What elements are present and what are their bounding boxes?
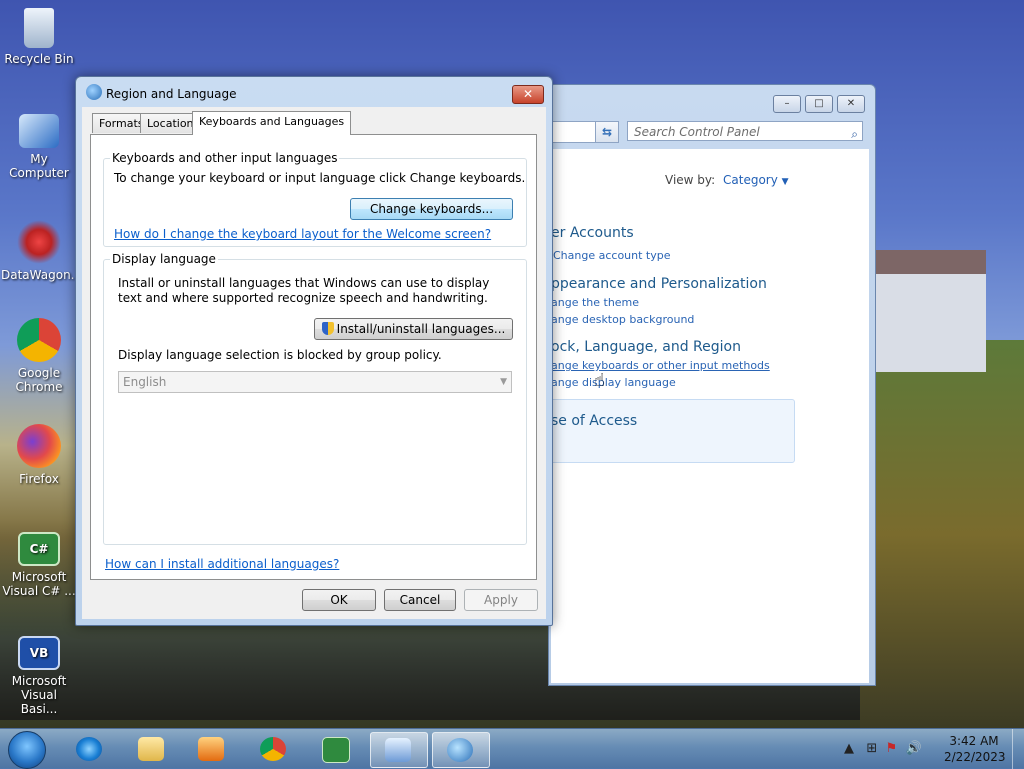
search-placeholder: Search Control Panel bbox=[634, 125, 760, 139]
window-controls: – □ ✕ bbox=[773, 95, 865, 113]
tab-panel: Keyboards and other input languages To c… bbox=[90, 134, 537, 580]
apply-button: Apply bbox=[464, 589, 538, 611]
blocked-policy-text: Display language selection is blocked by… bbox=[118, 348, 442, 362]
taskbar-file-explorer[interactable] bbox=[124, 732, 180, 766]
chrome-icon bbox=[17, 318, 61, 362]
install-uninstall-label: Install/uninstall languages... bbox=[336, 322, 506, 336]
region-language-dialog: Region and Language ✕ Formats Location K… bbox=[75, 76, 553, 626]
link-change-theme[interactable]: ange the theme bbox=[551, 296, 639, 309]
close-button[interactable]: ✕ bbox=[512, 85, 544, 104]
chevron-down-icon: ▼ bbox=[781, 177, 789, 187]
category-user-accounts[interactable]: er Accounts bbox=[551, 225, 634, 241]
change-keyboards-button[interactable]: Change keyboards... bbox=[350, 198, 513, 220]
desktop-icon-visual-basic[interactable]: VB Microsoft Visual Basi... bbox=[1, 636, 77, 716]
dialog-title: Region and Language bbox=[106, 87, 237, 101]
refresh-button[interactable]: ⇆ bbox=[595, 121, 619, 143]
network-icon[interactable]: ⊞ bbox=[866, 741, 877, 756]
datawagon-icon bbox=[17, 220, 61, 264]
taskbar-visual-csharp[interactable] bbox=[308, 732, 364, 766]
control-panel-icon bbox=[385, 738, 411, 762]
close-button[interactable]: ✕ bbox=[837, 95, 865, 113]
link-change-account-type[interactable]: Change account type bbox=[553, 249, 671, 262]
dialog-body: Formats Location Keyboards and Languages… bbox=[82, 107, 546, 619]
visual-csharp-icon bbox=[322, 737, 350, 763]
tray-icons[interactable]: ▲ ⊞ ⚑ 🔊 bbox=[844, 741, 922, 756]
display-language-description: Install or uninstall languages that Wind… bbox=[118, 276, 490, 305]
link-change-desktop-background[interactable]: ange desktop background bbox=[551, 313, 694, 326]
desktop-icon-datawagon[interactable]: DataWagon... bbox=[1, 220, 83, 282]
clock-date: 2/22/2023 bbox=[944, 750, 1006, 764]
hand-cursor-icon: ☝ bbox=[594, 370, 605, 391]
clock-time: 3:42 AM bbox=[949, 734, 999, 748]
install-uninstall-languages-button[interactable]: Install/uninstall languages... bbox=[314, 318, 513, 340]
selected-language: English bbox=[123, 375, 167, 389]
desktop-icon-label: Microsoft Visual C# ... bbox=[2, 570, 76, 598]
keyboards-group-title: Keyboards and other input languages bbox=[110, 151, 340, 165]
taskbar-internet-explorer[interactable] bbox=[62, 732, 118, 766]
taskbar-media-player[interactable] bbox=[184, 732, 240, 766]
welcome-screen-layout-link[interactable]: How do I change the keyboard layout for … bbox=[114, 227, 491, 241]
globe-icon bbox=[86, 84, 102, 100]
control-panel-content: View by: Category ▼ er Accounts Change a… bbox=[549, 149, 869, 683]
desktop-icon-label: DataWagon... bbox=[1, 268, 83, 282]
folder-icon bbox=[138, 737, 164, 761]
category-clock-language-region[interactable]: ock, Language, and Region bbox=[551, 339, 741, 355]
link-change-display-language[interactable]: ange display language bbox=[551, 376, 676, 389]
desktop-icon-my-computer[interactable]: My Computer bbox=[1, 114, 77, 180]
keyboards-description: To change your keyboard or input languag… bbox=[114, 171, 526, 185]
display-language-group: Display language Install or uninstall la… bbox=[103, 252, 527, 545]
computer-icon bbox=[19, 114, 59, 148]
desktop-icon-firefox[interactable]: Firefox bbox=[1, 424, 77, 486]
visual-csharp-icon: C# bbox=[18, 532, 60, 566]
taskbar-chrome[interactable] bbox=[246, 732, 302, 766]
recycle-bin-icon bbox=[24, 8, 54, 48]
action-center-icon[interactable]: ⚑ bbox=[886, 741, 898, 756]
category-appearance[interactable]: ppearance and Personalization bbox=[551, 276, 767, 292]
category-ease-of-access[interactable]: se of Access bbox=[551, 413, 637, 429]
volume-icon[interactable]: 🔊 bbox=[906, 741, 922, 756]
keyboards-group: Keyboards and other input languages To c… bbox=[103, 151, 527, 247]
chevron-down-icon: ▼ bbox=[500, 377, 507, 387]
start-button[interactable] bbox=[8, 731, 46, 769]
shield-icon bbox=[321, 322, 334, 335]
display-language-select: English ▼ bbox=[118, 371, 512, 393]
cancel-button[interactable]: Cancel bbox=[384, 589, 456, 611]
maximize-button[interactable]: □ bbox=[805, 95, 833, 113]
minimize-button[interactable]: – bbox=[773, 95, 801, 113]
link-change-keyboards[interactable]: ange keyboards or other input methods bbox=[551, 359, 770, 372]
view-by-dropdown[interactable]: Category ▼ bbox=[723, 173, 789, 187]
search-icon[interactable]: ⌕ bbox=[851, 124, 858, 144]
firefox-icon bbox=[17, 424, 61, 468]
taskbar-region-language[interactable] bbox=[432, 732, 490, 768]
media-player-icon bbox=[198, 737, 224, 761]
desktop-icon-label: My Computer bbox=[9, 152, 69, 180]
show-hidden-icons-icon[interactable]: ▲ bbox=[844, 741, 854, 756]
search-input[interactable]: Search Control Panel ⌕ bbox=[627, 121, 863, 141]
internet-explorer-icon bbox=[76, 737, 102, 761]
category-highlight bbox=[549, 399, 795, 463]
install-additional-languages-link[interactable]: How can I install additional languages? bbox=[105, 557, 339, 571]
visual-basic-icon: VB bbox=[18, 636, 60, 670]
view-by-label: View by: bbox=[665, 173, 716, 187]
ok-button[interactable]: OK bbox=[302, 589, 376, 611]
show-desktop-button[interactable] bbox=[1012, 729, 1024, 769]
desktop-wallpaper-house bbox=[874, 250, 986, 372]
desktop-icon-label: Recycle Bin bbox=[4, 52, 74, 66]
chrome-icon bbox=[260, 737, 286, 761]
desktop-icon-label: Microsoft Visual Basi... bbox=[11, 674, 67, 716]
taskbar: ▲ ⊞ ⚑ 🔊 3:42 AM 2/22/2023 bbox=[0, 728, 1024, 769]
display-language-group-title: Display language bbox=[110, 252, 218, 266]
desktop-icon-google-chrome[interactable]: Google Chrome bbox=[1, 318, 77, 394]
tab-keyboards-and-languages[interactable]: Keyboards and Languages bbox=[192, 111, 352, 135]
desktop-wallpaper-land bbox=[860, 340, 1024, 730]
desktop-icon-label: Google Chrome bbox=[15, 366, 63, 394]
taskbar-control-panel[interactable] bbox=[370, 732, 428, 768]
desktop-icon-recycle-bin[interactable]: Recycle Bin bbox=[1, 8, 77, 66]
view-by-value: Category bbox=[723, 173, 778, 187]
desktop-icon-visual-csharp[interactable]: C# Microsoft Visual C# ... bbox=[1, 532, 77, 598]
clock[interactable]: 3:42 AM 2/22/2023 bbox=[944, 733, 1006, 765]
globe-icon bbox=[447, 738, 473, 762]
desktop-icon-label: Firefox bbox=[19, 472, 59, 486]
